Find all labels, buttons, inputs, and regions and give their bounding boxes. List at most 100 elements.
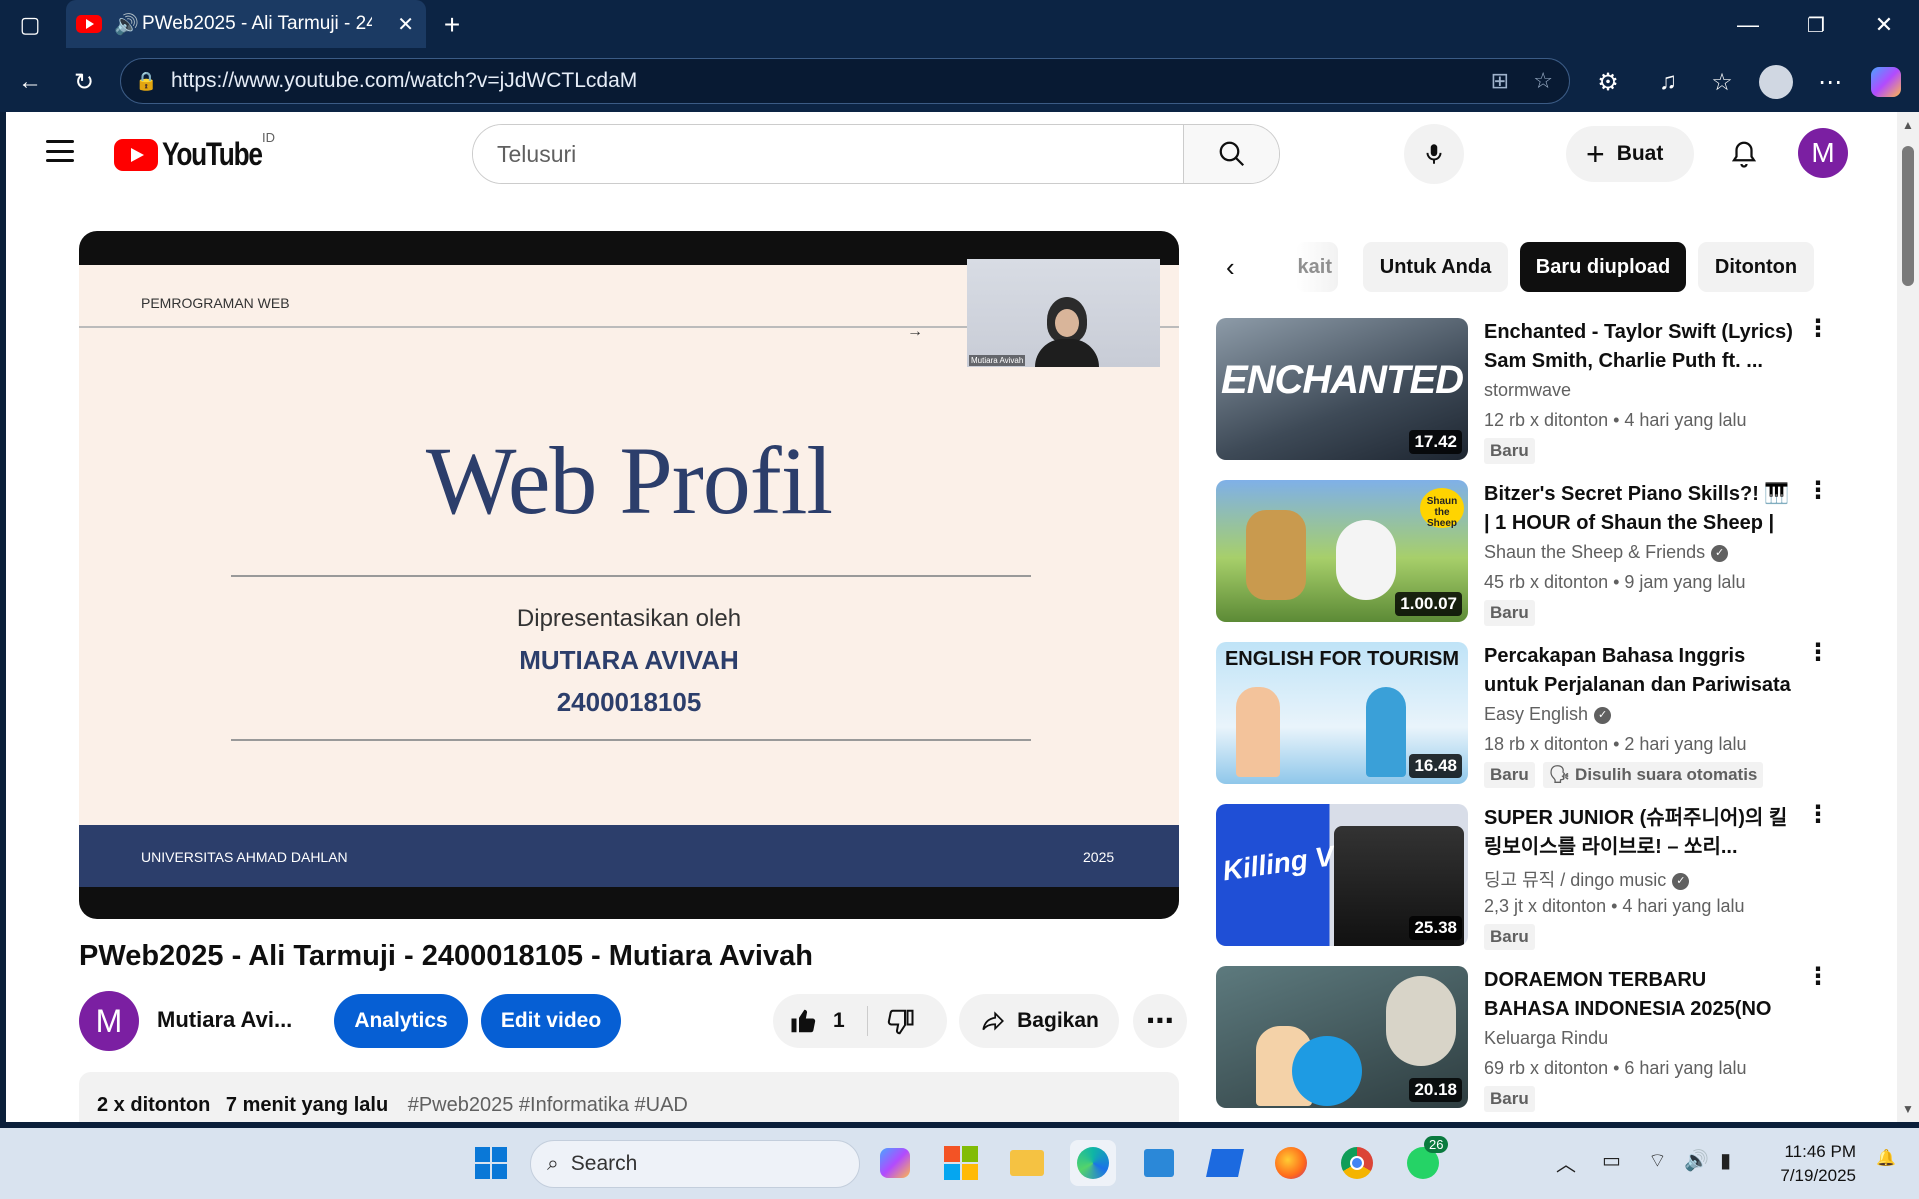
notifications-button[interactable] bbox=[1720, 130, 1768, 178]
video-thumbnail[interactable]: Killing Voice 25.38 bbox=[1216, 804, 1468, 946]
youtube-logo[interactable]: YouTube ID bbox=[114, 130, 284, 173]
video-player[interactable]: PEMROGRAMAN WEB → Mutiara Avivah Web Pro… bbox=[79, 231, 1179, 919]
chip-for-you[interactable]: Untuk Anda bbox=[1363, 242, 1508, 292]
more-options-icon[interactable]: ⋮ bbox=[1806, 479, 1830, 503]
chip-recently-uploaded[interactable]: Baru diupload bbox=[1520, 242, 1686, 292]
video-title: PWeb2025 - Ali Tarmuji - 2400018105 - Mu… bbox=[79, 940, 813, 972]
speaker-icon[interactable]: 🔊 bbox=[114, 12, 139, 37]
microsoft-store-icon[interactable] bbox=[938, 1140, 984, 1186]
related-title[interactable]: SUPER JUNIOR (슈퍼주니어)의 킬링보이스를 라이브로! – 쏘리.… bbox=[1484, 804, 1794, 862]
scrollbar-thumb[interactable] bbox=[1902, 146, 1914, 286]
store-app-icon[interactable] bbox=[1136, 1140, 1182, 1186]
chevron-left-icon[interactable]: ‹ bbox=[1226, 252, 1235, 283]
video-thumbnail[interactable]: 20.18 bbox=[1216, 966, 1468, 1108]
related-channel[interactable]: Shaun the Sheep & Friends ✓ bbox=[1484, 542, 1729, 563]
view-count: 2 x ditonton bbox=[97, 1094, 211, 1116]
restore-button[interactable]: ❐ bbox=[1786, 0, 1846, 50]
dislike-button[interactable] bbox=[885, 1007, 915, 1043]
share-button[interactable]: Bagikan bbox=[959, 994, 1119, 1048]
more-options-icon[interactable]: ⋮ bbox=[1806, 965, 1830, 989]
related-channel[interactable]: stormwave bbox=[1484, 380, 1571, 401]
channel-avatar[interactable]: M bbox=[79, 991, 139, 1051]
favorites-icon[interactable]: ☆ bbox=[1702, 62, 1742, 102]
create-button[interactable]: + Buat bbox=[1566, 126, 1694, 182]
related-video-item[interactable]: Shaun the Sheep 1.00.07 Bitzer's Secret … bbox=[1216, 479, 1830, 642]
arrow-icon: → bbox=[907, 323, 923, 340]
notifications-tray-icon[interactable]: 🔔 bbox=[1876, 1148, 1896, 1168]
start-button[interactable] bbox=[468, 1140, 514, 1186]
related-video-item[interactable]: ENGLISH FOR TOURISM 16.48 Percakapan Bah… bbox=[1216, 641, 1830, 804]
search-input[interactable] bbox=[473, 125, 1183, 183]
voice-search-button[interactable] bbox=[1404, 124, 1464, 184]
volume-icon[interactable]: 🔊 bbox=[1684, 1148, 1709, 1173]
related-title[interactable]: Bitzer's Secret Piano Skills?! 🎹 | 1 HOU… bbox=[1484, 480, 1794, 538]
favorite-star-icon[interactable]: ☆ bbox=[1533, 68, 1553, 94]
back-icon[interactable]: ← bbox=[10, 62, 50, 102]
edge-taskbar-icon[interactable] bbox=[1070, 1140, 1116, 1186]
menu-icon[interactable] bbox=[46, 140, 74, 162]
wifi-icon[interactable]: ⌔ bbox=[1648, 1148, 1667, 1173]
related-video-item[interactable]: ENCHANTED 17.42 Enchanted - Taylor Swift… bbox=[1216, 317, 1830, 480]
taskview-icon[interactable]: ▭ bbox=[1602, 1148, 1621, 1173]
azure-app-icon[interactable] bbox=[1202, 1140, 1248, 1186]
whatsapp-icon[interactable]: 26 bbox=[1400, 1136, 1449, 1186]
edit-video-button[interactable]: Edit video bbox=[481, 994, 621, 1048]
chip-related[interactable]: kait bbox=[1296, 242, 1338, 292]
like-count: 1 bbox=[833, 1009, 845, 1032]
related-channel[interactable]: Keluarga Rindu bbox=[1484, 1028, 1608, 1049]
address-bar[interactable]: 🔒 https://www.youtube.com/watch?v=jJdWCT… bbox=[120, 58, 1570, 104]
more-options-icon[interactable]: ⋮ bbox=[1806, 803, 1830, 827]
extensions-icon[interactable]: ⚙ bbox=[1588, 62, 1628, 102]
account-avatar[interactable]: M bbox=[1798, 128, 1848, 178]
channel-name[interactable]: Mutiara Avi... bbox=[157, 1007, 292, 1033]
video-thumbnail[interactable]: ENCHANTED 17.42 bbox=[1216, 318, 1468, 460]
app-available-icon[interactable]: ⊞ bbox=[1491, 68, 1509, 94]
firefox-icon[interactable] bbox=[1268, 1140, 1314, 1186]
related-meta: 18 rb x ditonton • 2 hari yang lalu bbox=[1484, 734, 1747, 754]
file-explorer-icon[interactable] bbox=[1004, 1140, 1050, 1186]
minimize-button[interactable]: — bbox=[1718, 0, 1778, 50]
refresh-icon[interactable]: ↻ bbox=[64, 62, 104, 102]
hashtags[interactable]: #Pweb2025 #Informatika #UAD bbox=[408, 1094, 688, 1116]
close-window-button[interactable]: ✕ bbox=[1854, 0, 1914, 50]
description-box[interactable]: 2 x ditonton 7 menit yang lalu #Pweb2025… bbox=[79, 1072, 1179, 1122]
analytics-button[interactable]: Analytics bbox=[334, 994, 468, 1048]
related-video-item[interactable]: Killing Voice 25.38 SUPER JUNIOR (슈퍼주니어)… bbox=[1216, 803, 1830, 966]
related-channel[interactable]: Easy English ✓ bbox=[1484, 704, 1612, 725]
video-thumbnail[interactable]: ENGLISH FOR TOURISM 16.48 bbox=[1216, 642, 1468, 784]
more-menu-icon[interactable]: ⋯ bbox=[1810, 62, 1850, 102]
url-text: https://www.youtube.com/watch?v=jJdWCTLc… bbox=[171, 69, 638, 92]
chrome-icon[interactable] bbox=[1334, 1140, 1380, 1186]
taskbar-search[interactable]: ⌕ Search bbox=[530, 1140, 860, 1188]
media-control-icon[interactable]: ♫ bbox=[1648, 62, 1688, 102]
copilot-icon[interactable] bbox=[1866, 62, 1906, 102]
related-title[interactable]: Enchanted - Taylor Swift (Lyrics) Sam Sm… bbox=[1484, 318, 1794, 376]
page-scrollbar[interactable]: ▲ ▼ bbox=[1897, 112, 1919, 1122]
like-dislike-group: 1 bbox=[773, 994, 947, 1048]
copilot-taskbar-icon[interactable] bbox=[872, 1140, 918, 1186]
show-hidden-icons[interactable]: ︿ bbox=[1556, 1148, 1576, 1177]
more-options-icon[interactable]: ⋮ bbox=[1806, 317, 1830, 341]
related-title[interactable]: DORAEMON TERBARU BAHASA INDONESIA 2025(N… bbox=[1484, 966, 1794, 1024]
battery-icon[interactable]: ▮ bbox=[1720, 1148, 1731, 1173]
search-icon bbox=[1219, 141, 1244, 167]
chip-watched[interactable]: Ditonton bbox=[1698, 242, 1814, 292]
auto-dubbed-badge: 🗣 Disulih suara otomatis bbox=[1542, 762, 1764, 788]
lock-icon[interactable]: 🔒 bbox=[135, 71, 157, 92]
new-badge: Baru bbox=[1484, 762, 1535, 788]
tab-close-icon[interactable]: ✕ bbox=[397, 12, 414, 37]
clock[interactable]: 11:46 PM 7/19/2025 bbox=[1760, 1140, 1856, 1188]
tab-actions-icon[interactable]: ▢ bbox=[0, 0, 60, 50]
like-button[interactable] bbox=[789, 1006, 819, 1042]
related-title[interactable]: Percakapan Bahasa Inggris untuk Perjalan… bbox=[1484, 642, 1794, 700]
more-actions-button[interactable]: ⋯ bbox=[1133, 994, 1187, 1048]
related-channel[interactable]: 딩고 뮤직 / dingo music ✓ bbox=[1484, 866, 1690, 892]
profile-icon[interactable] bbox=[1756, 62, 1796, 102]
share-icon bbox=[982, 1011, 1005, 1031]
video-thumbnail[interactable]: Shaun the Sheep 1.00.07 bbox=[1216, 480, 1468, 622]
search-button[interactable] bbox=[1183, 125, 1279, 183]
browser-tab-active[interactable]: 🔊 PWeb2025 - Ali Tarmuji - 240 ✕ bbox=[66, 0, 426, 48]
new-tab-button[interactable]: + bbox=[422, 0, 482, 50]
more-options-icon[interactable]: ⋮ bbox=[1806, 641, 1830, 665]
related-video-item[interactable]: 20.18 DORAEMON TERBARU BAHASA INDONESIA … bbox=[1216, 965, 1830, 1122]
